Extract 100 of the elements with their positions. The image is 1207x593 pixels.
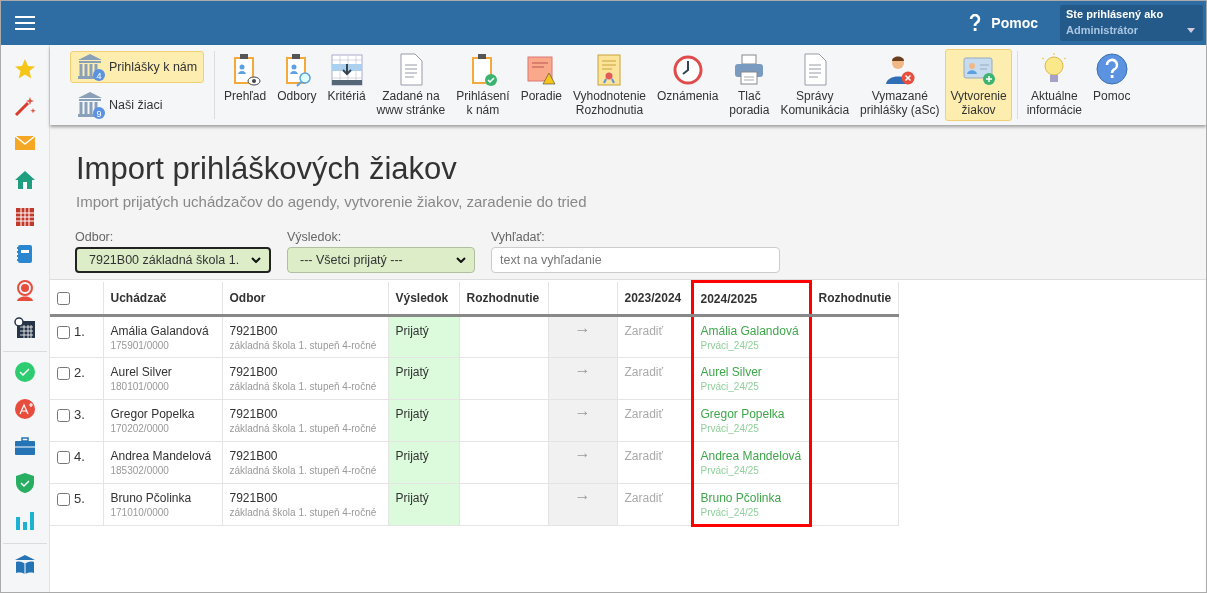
applicant-name: Aurel Silver	[110, 365, 173, 379]
checkbox[interactable]	[57, 326, 70, 340]
program-name: základná škola 1. stupeň 4-ročné	[229, 340, 378, 351]
column-header: 2023/2024	[617, 281, 692, 316]
table-cell: Prijatý	[388, 483, 459, 526]
table-cell: Zaradiť	[617, 357, 692, 400]
student-name: Bruno Pčolinka	[700, 491, 783, 505]
class-name: Prváci_24/25	[700, 340, 760, 351]
checkbox[interactable]	[57, 367, 70, 381]
birth-number: 175901/0000	[110, 340, 170, 351]
table-cell: Zaradiť	[617, 483, 692, 526]
class-name: Prváci_24/25	[700, 507, 760, 518]
table-cell: Zaradiť	[617, 441, 692, 484]
bar-chart-icon[interactable]	[14, 509, 36, 531]
student-name: Amália Galandová	[700, 324, 800, 338]
toolbar-button[interactable]: Pomoc	[1088, 49, 1136, 121]
class-name: Prváci_24/25	[700, 423, 760, 434]
page-title: Import prihláškových žiakov	[76, 151, 458, 187]
applicant-name: Gregor Popelka	[110, 407, 196, 421]
program-code: 7921B00	[229, 365, 279, 379]
toolbar-button[interactable]: Vyhodnotenie Rozhodnutia	[568, 49, 651, 121]
toolbar-button[interactable]: Poradie	[515, 49, 567, 121]
program-code: 7921B00	[229, 407, 279, 421]
checkbox[interactable]	[57, 451, 70, 465]
toolbar-button[interactable]: Zadané na www stránke	[371, 49, 451, 121]
program-name: základná škola 1. stupeň 4-ročné	[229, 381, 378, 392]
toolbar-button[interactable]: Vytvorenie žiakov	[945, 49, 1012, 121]
field-label: Odbor:	[75, 230, 115, 244]
table-cell: Prijatý	[388, 441, 459, 484]
nav-button[interactable]: 9 Naši žiaci	[70, 89, 204, 121]
birth-number: 170202/0000	[110, 423, 170, 434]
row-number: 1.	[74, 324, 85, 339]
toolbar-button[interactable]: Správy Komunikácia	[775, 49, 855, 121]
toolbar-button[interactable]: Kritériá	[322, 49, 371, 121]
page-subtitle: Import prijatých uchádzačov do agendy, vytvorenie žiakov, zaradenie do tried	[76, 193, 588, 210]
row-number: 4.	[74, 449, 85, 464]
applicant-name: Andrea Mandelová	[110, 449, 213, 463]
chevron-down-icon	[456, 257, 466, 263]
toolbar-button[interactable]: Prihlásení k nám	[451, 49, 515, 121]
magic-wand-icon[interactable]	[14, 95, 36, 117]
toolbar-button[interactable]: Aktuálne informácie	[1021, 49, 1088, 121]
student-name: Aurel Silver	[700, 365, 763, 379]
program-name: základná škola 1. stupeň 4-ročné	[229, 423, 378, 434]
column-header: Rozhodnutie	[810, 281, 899, 316]
help-link[interactable]: Pomoc	[969, 14, 1038, 32]
program-name: základná škola 1. stupeň 4-ročné	[229, 507, 378, 518]
book-icon[interactable]	[14, 553, 36, 575]
checkbox[interactable]	[57, 409, 70, 423]
applicant-name: Amália Galandová	[110, 324, 210, 338]
applicant-name: Bruno Pčolinka	[110, 491, 193, 505]
dropdown-field[interactable]: --- Všetci prijatý ---	[287, 247, 475, 273]
birth-number: 171010/0000	[110, 507, 170, 518]
class-name: Prváci_24/25	[700, 465, 760, 476]
menu-icon	[15, 15, 35, 31]
column-header: Uchádzač	[103, 281, 222, 316]
column-header: Odbor	[222, 281, 388, 316]
table-cell: Zaradiť	[617, 399, 692, 442]
field-label: Vyhľadať:	[491, 230, 546, 244]
checkbox[interactable]	[57, 493, 70, 507]
table-cell: Prijatý	[388, 357, 459, 400]
house-icon[interactable]	[14, 169, 36, 191]
row-number: 5.	[74, 491, 85, 506]
search-field[interactable]: text na vyhľadanie	[491, 247, 780, 273]
toolbar-button[interactable]: Tlač poradia	[724, 49, 775, 121]
person-icon[interactable]	[14, 280, 36, 302]
help-icon	[969, 14, 982, 32]
toolbar-button[interactable]: Vymazané prihlášky (aSc)	[855, 49, 945, 121]
program-code: 7921B00	[229, 491, 279, 505]
shield-check-icon[interactable]	[14, 472, 36, 494]
caret-icon	[1187, 28, 1195, 33]
birth-number: 180101/0000	[110, 381, 170, 392]
student-name: Andrea Mandelová	[700, 449, 802, 463]
birth-number: 185302/0000	[110, 465, 170, 476]
user-label: Ste prihlásený ako	[1066, 8, 1165, 20]
row-number: 3.	[74, 407, 85, 422]
table-cell: Prijatý	[388, 315, 459, 358]
star-icon[interactable]	[14, 58, 36, 80]
calendar-grid-icon[interactable]	[14, 206, 36, 228]
class-name: Prváci_24/25	[700, 381, 760, 392]
row-number: 2.	[74, 365, 85, 380]
program-code: 7921B00	[229, 449, 279, 463]
table-arrow-icon	[329, 52, 364, 88]
chevron-down-icon	[251, 257, 261, 263]
student-name: Gregor Popelka	[700, 407, 786, 421]
column-header: 2024/2025	[692, 281, 810, 316]
toolbar-button[interactable]: Oznámenia	[651, 49, 724, 121]
table-cell: Prijatý	[388, 399, 459, 442]
user-menu[interactable]: Ste prihlásený ako Administrátor	[1060, 5, 1203, 41]
toolbar-button[interactable]: Prehľad	[219, 49, 272, 121]
nav-button[interactable]: 4 Prihlášky k nám	[70, 51, 204, 83]
check-badge-icon[interactable]	[14, 361, 36, 383]
calendar-clock-icon[interactable]	[14, 317, 36, 339]
checkbox[interactable]	[57, 291, 70, 305]
briefcase-icon[interactable]	[14, 435, 36, 457]
dropdown-field[interactable]: 7921B00 základná škola 1.	[75, 247, 271, 273]
column-header: Rozhodnutie	[459, 281, 548, 316]
program-code: 7921B00	[229, 324, 279, 338]
field-label: Výsledok:	[287, 230, 343, 244]
grade-badge-icon[interactable]	[14, 398, 36, 420]
toolbar-button[interactable]: Odbory	[272, 49, 322, 121]
